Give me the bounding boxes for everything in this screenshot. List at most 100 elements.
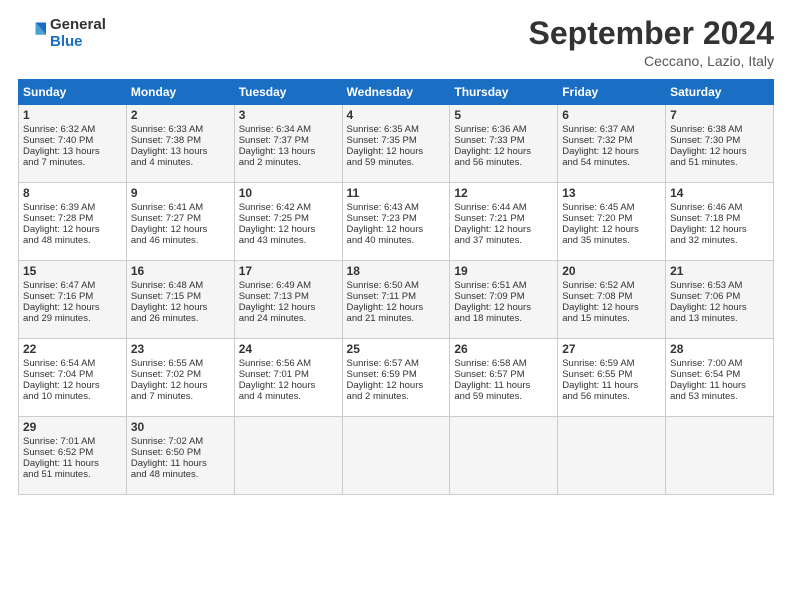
cell-day: 14Sunrise: 6:46 AMSunset: 7:18 PMDayligh…: [666, 183, 774, 261]
day-number: 11: [347, 186, 446, 200]
cell-line: Sunrise: 6:44 AM: [454, 202, 553, 213]
logo: General Blue: [18, 16, 106, 50]
cell-line: Daylight: 12 hours: [670, 146, 769, 157]
cell-day: 17Sunrise: 6:49 AMSunset: 7:13 PMDayligh…: [234, 261, 342, 339]
cell-line: Sunrise: 6:48 AM: [131, 280, 230, 291]
cell-line: Sunrise: 6:33 AM: [131, 124, 230, 135]
cell-line: Sunrise: 6:59 AM: [562, 358, 661, 369]
cell-line: and 24 minutes.: [239, 313, 338, 324]
logo-icon: [18, 19, 46, 47]
cell-line: Daylight: 12 hours: [347, 224, 446, 235]
cell-line: Daylight: 12 hours: [562, 224, 661, 235]
day-number: 10: [239, 186, 338, 200]
day-number: 2: [131, 108, 230, 122]
cell-day: 23Sunrise: 6:55 AMSunset: 7:02 PMDayligh…: [126, 339, 234, 417]
day-number: 5: [454, 108, 553, 122]
month-title: September 2024: [529, 16, 774, 51]
cell-day: 3Sunrise: 6:34 AMSunset: 7:37 PMDaylight…: [234, 105, 342, 183]
day-number: 18: [347, 264, 446, 278]
cell-line: Daylight: 12 hours: [23, 302, 122, 313]
cell-line: Sunrise: 6:58 AM: [454, 358, 553, 369]
cell-day: 20Sunrise: 6:52 AMSunset: 7:08 PMDayligh…: [558, 261, 666, 339]
cell-line: Sunrise: 6:52 AM: [562, 280, 661, 291]
cell-line: Sunrise: 7:02 AM: [131, 436, 230, 447]
week-row-2: 8Sunrise: 6:39 AMSunset: 7:28 PMDaylight…: [19, 183, 774, 261]
cell-line: Sunset: 7:33 PM: [454, 135, 553, 146]
cell-line: Daylight: 12 hours: [239, 302, 338, 313]
cell-day: 16Sunrise: 6:48 AMSunset: 7:15 PMDayligh…: [126, 261, 234, 339]
col-thursday: Thursday: [450, 80, 558, 105]
cell-line: Sunset: 6:52 PM: [23, 447, 122, 458]
logo-text: General Blue: [50, 16, 106, 50]
cell-line: and 29 minutes.: [23, 313, 122, 324]
cell-line: and 48 minutes.: [23, 235, 122, 246]
cell-line: Daylight: 13 hours: [23, 146, 122, 157]
cell-line: Daylight: 12 hours: [131, 224, 230, 235]
cell-line: Sunset: 7:06 PM: [670, 291, 769, 302]
cell-line: Daylight: 12 hours: [454, 224, 553, 235]
cell-line: and 51 minutes.: [670, 157, 769, 168]
cell-line: Sunrise: 6:37 AM: [562, 124, 661, 135]
cell-line: and 48 minutes.: [131, 469, 230, 480]
cell-line: Sunset: 7:28 PM: [23, 213, 122, 224]
cell-line: Daylight: 12 hours: [454, 146, 553, 157]
cell-line: Daylight: 12 hours: [670, 302, 769, 313]
cell-day: 4Sunrise: 6:35 AMSunset: 7:35 PMDaylight…: [342, 105, 450, 183]
week-row-3: 15Sunrise: 6:47 AMSunset: 7:16 PMDayligh…: [19, 261, 774, 339]
cell-line: Daylight: 13 hours: [131, 146, 230, 157]
cell-day: 28Sunrise: 7:00 AMSunset: 6:54 PMDayligh…: [666, 339, 774, 417]
cell-line: Sunrise: 6:38 AM: [670, 124, 769, 135]
cell-day: [234, 417, 342, 495]
day-number: 9: [131, 186, 230, 200]
day-number: 22: [23, 342, 122, 356]
cell-line: Sunrise: 7:01 AM: [23, 436, 122, 447]
cell-line: Sunrise: 6:51 AM: [454, 280, 553, 291]
cell-line: and 59 minutes.: [454, 391, 553, 402]
col-sunday: Sunday: [19, 80, 127, 105]
day-number: 15: [23, 264, 122, 278]
cell-day: 9Sunrise: 6:41 AMSunset: 7:27 PMDaylight…: [126, 183, 234, 261]
col-friday: Friday: [558, 80, 666, 105]
cell-line: Sunrise: 6:32 AM: [23, 124, 122, 135]
day-number: 28: [670, 342, 769, 356]
cell-line: Daylight: 12 hours: [23, 224, 122, 235]
cell-line: Sunset: 7:09 PM: [454, 291, 553, 302]
day-number: 20: [562, 264, 661, 278]
cell-line: Sunset: 7:04 PM: [23, 369, 122, 380]
cell-line: and 51 minutes.: [23, 469, 122, 480]
cell-line: Daylight: 12 hours: [670, 224, 769, 235]
cell-line: Sunrise: 6:42 AM: [239, 202, 338, 213]
cell-day: 18Sunrise: 6:50 AMSunset: 7:11 PMDayligh…: [342, 261, 450, 339]
col-monday: Monday: [126, 80, 234, 105]
cell-day: 22Sunrise: 6:54 AMSunset: 7:04 PMDayligh…: [19, 339, 127, 417]
day-number: 4: [347, 108, 446, 122]
day-number: 24: [239, 342, 338, 356]
day-number: 13: [562, 186, 661, 200]
day-number: 30: [131, 420, 230, 434]
cell-day: [666, 417, 774, 495]
cell-line: Sunset: 6:59 PM: [347, 369, 446, 380]
page: General Blue September 2024 Ceccano, Laz…: [0, 0, 792, 612]
cell-day: [450, 417, 558, 495]
calendar-table: Sunday Monday Tuesday Wednesday Thursday…: [18, 79, 774, 495]
cell-line: Daylight: 12 hours: [347, 380, 446, 391]
cell-day: 25Sunrise: 6:57 AMSunset: 6:59 PMDayligh…: [342, 339, 450, 417]
cell-line: Sunset: 7:32 PM: [562, 135, 661, 146]
cell-line: Sunset: 7:18 PM: [670, 213, 769, 224]
cell-line: Sunset: 7:21 PM: [454, 213, 553, 224]
cell-line: Sunset: 7:11 PM: [347, 291, 446, 302]
day-number: 8: [23, 186, 122, 200]
cell-line: Sunrise: 6:53 AM: [670, 280, 769, 291]
cell-line: Sunset: 7:38 PM: [131, 135, 230, 146]
cell-line: Sunset: 7:20 PM: [562, 213, 661, 224]
cell-line: Sunset: 6:55 PM: [562, 369, 661, 380]
col-wednesday: Wednesday: [342, 80, 450, 105]
col-tuesday: Tuesday: [234, 80, 342, 105]
cell-line: Sunrise: 6:41 AM: [131, 202, 230, 213]
day-number: 27: [562, 342, 661, 356]
cell-line: and 43 minutes.: [239, 235, 338, 246]
day-number: 19: [454, 264, 553, 278]
cell-line: Sunrise: 6:35 AM: [347, 124, 446, 135]
cell-line: and 26 minutes.: [131, 313, 230, 324]
day-number: 25: [347, 342, 446, 356]
